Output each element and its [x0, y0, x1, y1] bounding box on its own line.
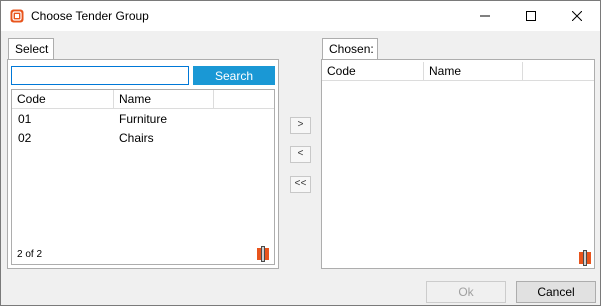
maximize-icon [526, 11, 536, 21]
export-icon[interactable] [255, 246, 271, 262]
tab-chosen[interactable]: Chosen: [322, 38, 378, 60]
row-code: 01 [18, 112, 32, 126]
search-button-label: Search [214, 68, 254, 83]
column-header-code[interactable]: Code [12, 90, 114, 109]
maximize-button[interactable] [508, 1, 554, 31]
select-grid: Code Name 01 Furniture 02 Chairs 2 of 2 [11, 89, 275, 265]
window-title: Choose Tender Group [31, 9, 149, 23]
minimize-icon [480, 11, 490, 21]
record-count: 2 of 2 [17, 249, 43, 260]
column-header-name[interactable]: Name [114, 90, 214, 109]
chosen-grid-header: Code Name [322, 62, 594, 81]
chosen-column-header-code-label: Code [327, 64, 356, 78]
add-selected-button[interactable]: > [290, 117, 311, 134]
ok-button[interactable]: Ok [426, 281, 506, 303]
column-header-name-label: Name [119, 92, 152, 106]
cancel-button[interactable]: Cancel [516, 281, 596, 303]
row-name: Furniture [119, 112, 168, 126]
tab-select-label: Select [15, 42, 49, 56]
cancel-button-label: Cancel [537, 285, 575, 299]
export-icon[interactable] [577, 250, 593, 266]
search-input[interactable] [11, 66, 189, 85]
table-row[interactable]: 02 Chairs [12, 129, 274, 148]
chosen-grid: Code Name [321, 59, 595, 269]
chosen-column-header-name[interactable]: Name [424, 62, 523, 81]
ok-button-label: Ok [458, 285, 474, 299]
remove-selected-label: < [297, 149, 304, 160]
title-bar[interactable]: Choose Tender Group [1, 1, 600, 31]
chosen-column-header-name-label: Name [429, 64, 462, 78]
row-name: Chairs [119, 131, 154, 145]
choose-tender-group-dialog: Choose Tender Group Select Search Code N… [0, 0, 601, 306]
tab-chosen-label: Chosen: [329, 42, 374, 56]
add-selected-label: > [297, 120, 304, 131]
close-button[interactable] [554, 1, 600, 31]
close-icon [572, 11, 582, 21]
select-grid-header: Code Name [12, 90, 274, 109]
column-header-code-label: Code [17, 92, 46, 106]
tab-select[interactable]: Select [8, 38, 54, 60]
table-row[interactable]: 01 Furniture [12, 110, 274, 129]
minimize-button[interactable] [462, 1, 508, 31]
remove-all-button[interactable]: << [290, 176, 311, 193]
chosen-column-header-code[interactable]: Code [322, 62, 424, 81]
remove-selected-button[interactable]: < [290, 146, 311, 163]
remove-all-label: << [294, 179, 307, 190]
search-button[interactable]: Search [193, 66, 275, 85]
row-code: 02 [18, 131, 32, 145]
tender-group-app-icon [10, 9, 24, 23]
